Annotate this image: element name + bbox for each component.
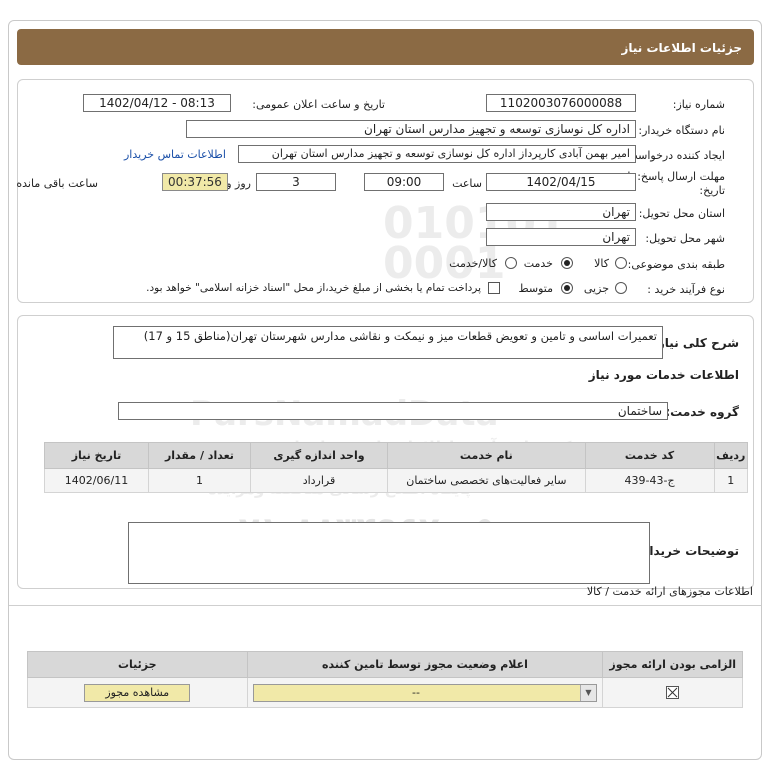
permits-table: الزامی بودن ارائه مجوز اعلام وضعیت مجوز …: [27, 651, 743, 708]
payment-note: پرداخت تمام یا بخشی از مبلغ خرید،از محل …: [146, 282, 481, 294]
remaining-label: ساعت باقی مانده: [16, 177, 98, 190]
table-row: 1 ج-43-439 سایر فعالیت‌های تخصصی ساختمان…: [44, 468, 749, 493]
buyer-notes-label: توضیحات خریدار:: [637, 544, 739, 558]
permit-details-cell: مشاهده مجوز: [27, 677, 248, 708]
buyer-org-label: نام دستگاه خریدار:: [638, 124, 725, 137]
permits-title: اطلاعات مجوزهای ارائه خدمت / کالا: [586, 585, 753, 598]
permit-status-cell: -- ▼: [246, 677, 604, 708]
need-number-label: شماره نیاز:: [672, 98, 725, 111]
category-option-service: خدمت: [523, 257, 553, 270]
divider: [9, 605, 761, 606]
announce-field: 1402/04/12 - 08:13: [83, 94, 231, 112]
city-label: شهر محل تحویل:: [645, 232, 725, 245]
process-option-medium: متوسط: [518, 282, 553, 295]
announce-label: تاریخ و ساعت اعلان عمومی:: [252, 98, 385, 111]
cell-name: سایر فعالیت‌های تخصصی ساختمان: [387, 468, 586, 493]
services-heading: اطلاعات خدمات مورد نیاز: [588, 368, 739, 382]
process-radio-medium[interactable]: [561, 282, 573, 294]
view-permit-button[interactable]: مشاهده مجوز: [84, 683, 191, 702]
col-header-code: کد خدمت: [584, 442, 715, 469]
chevron-down-icon: ▼: [580, 684, 596, 701]
city-field: تهران: [486, 228, 636, 246]
col-header-name: نام خدمت: [387, 442, 586, 469]
contact-buyer-link[interactable]: اطلاعات تماس خریدار: [124, 148, 226, 161]
col-header-unit: واحد اندازه گیری: [249, 442, 389, 469]
category-radio-goods-service[interactable]: [505, 257, 517, 269]
permit-col-status: اعلام وضعیت مجوز توسط تامین کننده: [246, 651, 604, 678]
buyer-notes-field: [128, 522, 650, 584]
details-panel: 010101 0001 شماره نیاز: 1102003076000088…: [16, 79, 754, 303]
category-radio-goods[interactable]: [615, 257, 627, 269]
deadline-label: مهلت ارسال پاسخ: تا: [627, 170, 725, 183]
col-header-date: تاریخ نیاز: [44, 442, 149, 469]
requester-label: ایجاد کننده درخواست:: [623, 149, 725, 162]
province-label: استان محل تحویل:: [638, 207, 725, 220]
process-radio-minor[interactable]: [615, 282, 627, 294]
description-panel: ParsNamadData مرکز فراهم آوری اطلاعات پا…: [17, 315, 754, 589]
cell-quantity: 1: [148, 468, 251, 493]
buyer-org-field: اداره کل نوسازی توسعه و تجهیز مدارس استا…: [186, 120, 636, 138]
need-number-field: 1102003076000088: [486, 94, 636, 112]
cell-row: 1: [713, 468, 749, 493]
cell-date: 1402/06/11: [44, 468, 149, 493]
need-description-field: تعمیرات اساسی و تامین و تعویض قطعات میز …: [113, 326, 663, 359]
deadline-date-field: 1402/04/15: [486, 173, 636, 191]
process-option-minor: جزیی: [583, 282, 609, 295]
deadline-label-date: تاریخ:: [699, 184, 725, 197]
cell-unit: قرارداد: [249, 468, 389, 493]
table-row: -- ▼ مشاهده مجوز: [27, 677, 743, 708]
checkbox-crossed-icon: [666, 686, 680, 700]
permit-status-value: --: [412, 685, 420, 699]
time-label: ساعت: [452, 177, 482, 190]
service-group-label: گروه خدمت:: [665, 405, 739, 419]
services-table: ردیف کد خدمت نام خدمت واحد اندازه گیری ت…: [44, 442, 749, 493]
category-label: طبقه بندی موضوعی:: [627, 258, 725, 271]
remaining-time-field: 00:37:56: [162, 173, 228, 191]
permit-col-details: جزئیات: [27, 651, 248, 678]
permit-status-select[interactable]: -- ▼: [253, 683, 597, 702]
deadline-time-field: 09:00: [364, 173, 444, 191]
col-header-quantity: تعداد / مقدار: [148, 442, 251, 469]
col-header-row: ردیف: [713, 442, 749, 469]
process-label: نوع فرآیند خرید :: [647, 283, 725, 296]
category-option-goods-service: کالا/خدمت: [449, 257, 497, 270]
service-group-field: ساختمان: [118, 402, 668, 420]
need-description-label: شرح کلی نیاز:: [653, 336, 739, 350]
page-frame: جزئیات اطلاعات نیاز 010101 0001 شماره نی…: [8, 20, 762, 760]
requester-field: امیر بهمن آبادی کارپرداز اداره کل نوسازی…: [238, 145, 636, 163]
province-field: تهران: [486, 203, 636, 221]
treasury-payment-checkbox[interactable]: [488, 282, 500, 294]
category-radio-service[interactable]: [561, 257, 573, 269]
page-title: جزئیات اطلاعات نیاز: [17, 29, 754, 65]
cell-code: ج-43-439: [584, 468, 715, 493]
permit-required-cell: [602, 677, 743, 708]
category-option-goods: کالا: [594, 257, 609, 270]
permit-col-required: الزامی بودن ارائه مجوز: [602, 651, 743, 678]
days-field: 3: [256, 173, 336, 191]
days-label: روز و: [226, 177, 251, 190]
